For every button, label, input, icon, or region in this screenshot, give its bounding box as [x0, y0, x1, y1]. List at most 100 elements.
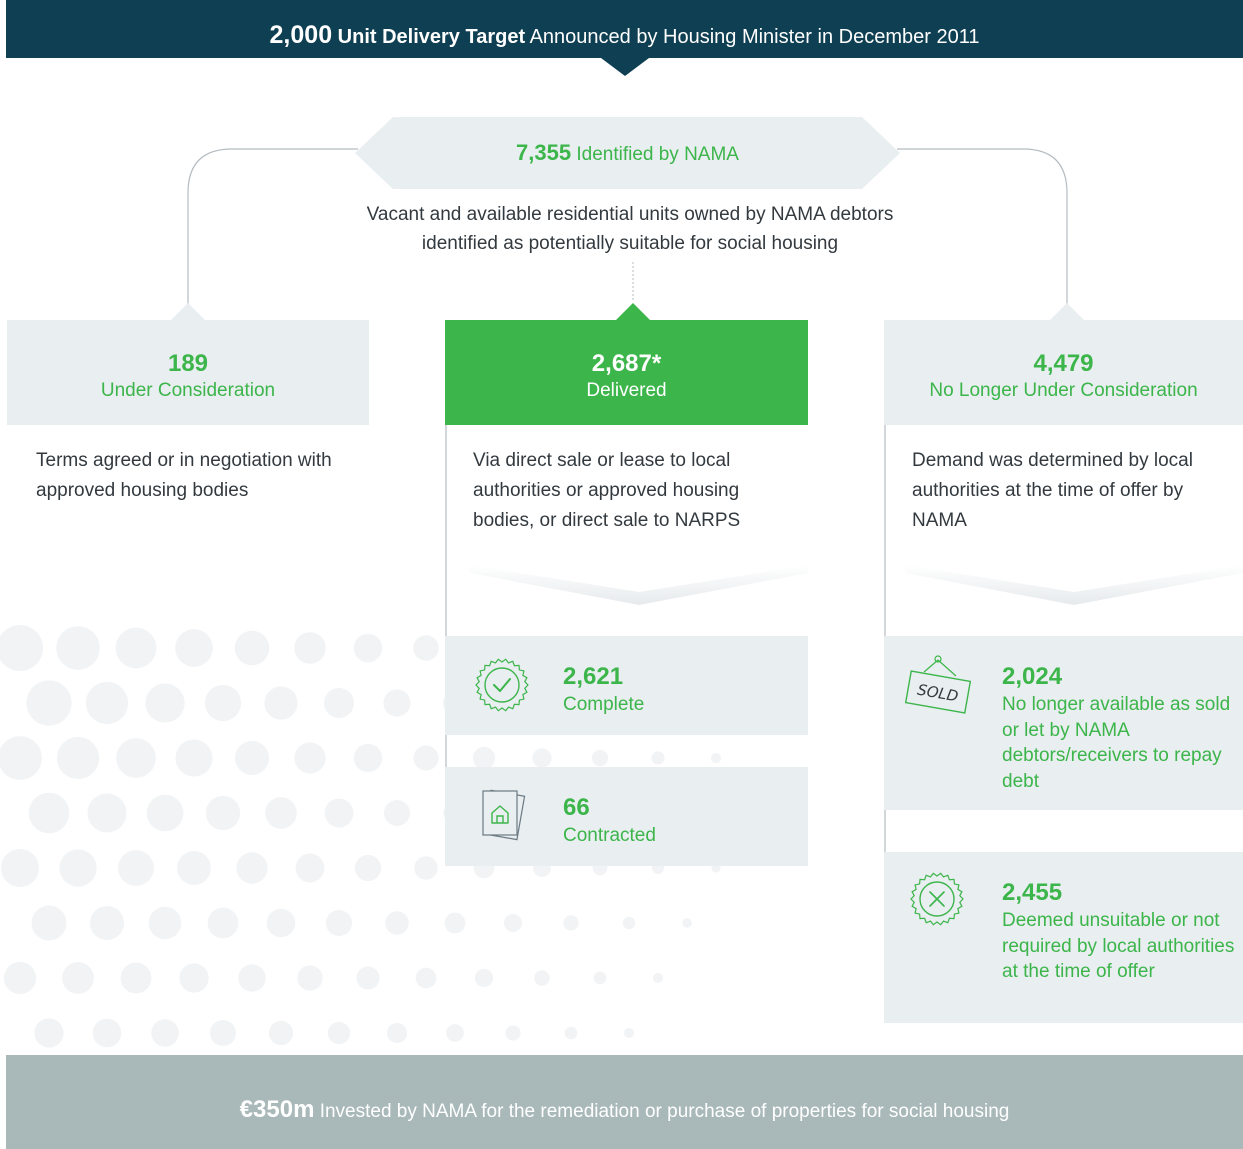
pattern-dot [0, 736, 42, 780]
complete-card: 2,621 Complete [445, 636, 808, 735]
under-consideration-header: 189 Under Consideration [7, 320, 369, 425]
pattern-dot [472, 746, 496, 770]
pattern-dot [148, 906, 182, 940]
pattern-dot [268, 1020, 294, 1046]
pattern-dot [563, 915, 579, 931]
pattern-dot [56, 626, 100, 670]
pattern-dot [474, 968, 494, 988]
unsuitable-label: Deemed unsuitable or not required by loc… [1002, 910, 1235, 982]
pattern-dot [266, 908, 296, 938]
target-text: Announced by Housing Minister in Decembe… [529, 26, 980, 48]
pattern-dot [385, 911, 409, 935]
pattern-dot [324, 798, 354, 828]
no-longer-chevron [905, 565, 1243, 605]
pattern-dot [413, 745, 439, 771]
pattern-dot [356, 966, 380, 990]
delivered-description: Via direct sale or lease to local author… [473, 450, 741, 531]
pattern-dot [593, 971, 607, 985]
pattern-dot [145, 683, 185, 723]
under-consideration-description: Terms agreed or in negotiation with appr… [36, 450, 332, 501]
pattern-dot [564, 1026, 578, 1040]
pattern-dot [622, 916, 636, 930]
pattern-dot [209, 1019, 237, 1047]
unsuitable-number: 2,455 [1002, 879, 1063, 906]
contracted-number: 66 [563, 794, 590, 821]
investment-footer: €350m Invested by NAMA for the remediati… [6, 1055, 1243, 1149]
investment-amount: €350m [239, 1096, 315, 1123]
identified-number: 7,355 [516, 140, 572, 165]
pattern-dot [3, 961, 37, 995]
pattern-dot [115, 627, 157, 669]
delivered-label: Delivered [586, 380, 667, 401]
sold-card: SOLD 2,024 No longer available as sold o… [884, 636, 1243, 810]
pattern-dot [534, 970, 550, 986]
complete-label: Complete [563, 694, 645, 715]
pattern-dot [710, 752, 722, 764]
pattern-dot [120, 962, 152, 994]
left-column-notch [171, 303, 205, 320]
pattern-dot [264, 686, 298, 720]
unsuitable-card: 2,455 Deemed unsuitable or not required … [884, 852, 1243, 1023]
pattern-dot [444, 912, 466, 934]
pattern-dot [354, 854, 382, 882]
pattern-dot [0, 624, 44, 672]
pattern-dot [415, 967, 437, 989]
pattern-dot [26, 680, 72, 726]
pattern-dot [175, 629, 213, 667]
pattern-dot [56, 736, 100, 780]
identified-description-line1: Vacant and available residential units o… [366, 204, 894, 225]
pattern-dot [446, 1024, 464, 1042]
pattern-dot [294, 632, 326, 664]
pattern-dot [236, 852, 268, 884]
pattern-dot [653, 973, 663, 983]
pattern-dot [323, 687, 355, 719]
pattern-dot [238, 964, 266, 992]
pattern-dot [59, 849, 97, 887]
pattern-dot [623, 1027, 635, 1039]
sold-sign-icon: SOLD [904, 655, 972, 714]
investment-text: Invested by NAMA for the remediation or … [319, 1101, 1010, 1122]
identified-description: Vacant and available residential units o… [320, 200, 940, 258]
no-longer-label: No Longer Under Consideration [929, 380, 1198, 401]
pattern-dot [87, 793, 127, 833]
pattern-dot [62, 962, 94, 994]
pattern-dot [89, 905, 125, 941]
under-consideration-number: 189 [167, 350, 209, 377]
pattern-dot [413, 635, 439, 661]
pattern-dot [503, 913, 523, 933]
pattern-dot [383, 689, 411, 717]
contracted-label: Contracted [563, 825, 656, 846]
pattern-dot [118, 850, 154, 886]
pattern-dot [175, 739, 213, 777]
pattern-dot [414, 856, 438, 880]
pattern-dot [325, 909, 353, 937]
pattern-dot [591, 749, 609, 767]
pattern-dot [265, 797, 297, 829]
pattern-dot [532, 748, 552, 768]
pattern-dot [177, 851, 211, 885]
pattern-dot [207, 907, 239, 939]
pattern-dot [31, 905, 67, 941]
pattern-dot [353, 743, 383, 773]
pattern-dot [384, 800, 410, 826]
pattern-dot [386, 1022, 408, 1044]
pattern-dot [234, 740, 270, 776]
delivery-target-banner: 2,000 Unit Delivery Target Announced by … [6, 0, 1243, 58]
pattern-dot [92, 1018, 122, 1048]
cross-seal-icon [910, 872, 964, 926]
pattern-dot [28, 792, 70, 834]
under-consideration-label: Under Consideration [100, 380, 276, 401]
pattern-dot [682, 918, 692, 928]
pattern-dot [651, 751, 665, 765]
banner-pointer [601, 58, 649, 76]
pattern-dot [85, 681, 129, 725]
target-bold-text: Unit Delivery Target [337, 26, 526, 48]
center-column-notch [616, 303, 650, 320]
pattern-dot [151, 1019, 179, 1047]
identified-tag: 7,355 Identified by NAMA [355, 117, 900, 189]
contracted-card: 66 Contracted [445, 767, 808, 866]
pattern-dot [179, 963, 209, 993]
delivered-chevron [470, 565, 808, 605]
pattern-dot [204, 684, 242, 722]
checkmark-seal-icon [475, 658, 529, 712]
